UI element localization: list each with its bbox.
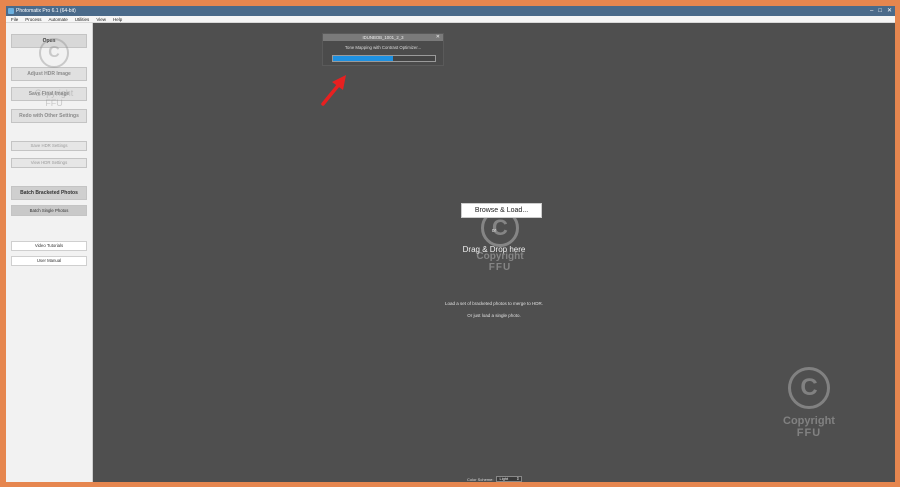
progress-dialog: IDUNBOB_1001_2_3 ✕ Tone Mapping with Con…: [322, 33, 444, 66]
menu-view[interactable]: View: [96, 16, 106, 22]
watermark-symbol: C: [800, 374, 818, 401]
corner-watermark: C Copyright FFU: [769, 367, 849, 439]
color-scheme-select[interactable]: Light ⇕: [496, 476, 523, 482]
copyright-icon: C: [788, 367, 830, 409]
menu-automate[interactable]: Automate: [49, 16, 68, 22]
maximize-button[interactable]: □: [878, 6, 882, 16]
watermark-line1: Copyright: [34, 88, 74, 98]
progress-bar: [332, 55, 436, 62]
drag-drop-label: Drag & Drop here: [462, 245, 526, 254]
user-manual-button[interactable]: User Manual: [11, 256, 87, 266]
spinner-icon: ⇕: [516, 476, 520, 481]
progress-close-icon[interactable]: ✕: [436, 34, 440, 41]
watermark-symbol: C: [48, 44, 60, 61]
hint-bracketed: Load a set of bracketed photos to merge …: [444, 301, 544, 306]
copyright-icon: C: [39, 38, 69, 68]
progress-title-text: IDUNBOB_1001_2_3: [362, 35, 404, 40]
video-tutorials-button[interactable]: Video Tutorials: [11, 241, 87, 251]
watermark-line2: FFU: [45, 98, 63, 108]
sidebar-watermark: C Copyright FFU: [34, 38, 74, 108]
or-label: or: [491, 228, 497, 234]
progress-message: Tone Mapping with Contrast Optimizer...: [344, 45, 422, 50]
hint-single: Or just load a single photo.: [467, 313, 521, 318]
title-bar: Photomatix Pro 6.1 (64-bit) – □ ✕: [6, 6, 895, 16]
watermark-line1: Copyright: [783, 415, 835, 427]
menu-file[interactable]: File: [11, 16, 18, 22]
app-icon: [8, 8, 14, 14]
close-button[interactable]: ✕: [887, 6, 892, 16]
save-hdr-settings-button[interactable]: Save HDR Settings: [11, 141, 87, 151]
color-scheme-control: Color Scheme: Light ⇕: [467, 476, 523, 482]
menu-process[interactable]: Process: [25, 16, 41, 22]
batch-single-button[interactable]: Batch Single Photos: [11, 205, 87, 216]
batch-bracketed-button[interactable]: Batch Bracketed Photos: [11, 186, 87, 200]
menu-bar: File Process Automate Utilities View Hel…: [6, 16, 895, 23]
red-arrow-icon: [321, 75, 346, 106]
color-scheme-value: Light: [499, 476, 509, 481]
window-title: Photomatix Pro 6.1 (64-bit): [16, 8, 76, 14]
window-controls: – □ ✕: [870, 6, 892, 16]
main-area[interactable]: IDUNBOB_1001_2_3 ✕ Tone Mapping with Con…: [93, 23, 895, 482]
redo-settings-button[interactable]: Redo with Other Settings: [11, 109, 87, 123]
watermark-line2: FFU: [488, 262, 512, 273]
menu-utilities[interactable]: Utilities: [75, 16, 90, 22]
app-window: Photomatix Pro 6.1 (64-bit) – □ ✕ File P…: [6, 6, 895, 482]
browse-load-button[interactable]: Browse & Load...: [461, 203, 542, 218]
sidebar: Open Adjust HDR Image Save Final Image R…: [6, 23, 93, 482]
color-scheme-label: Color Scheme:: [467, 476, 494, 482]
view-hdr-settings-button[interactable]: View HDR Settings: [11, 158, 87, 168]
menu-help[interactable]: Help: [113, 16, 122, 22]
progress-dialog-title: IDUNBOB_1001_2_3 ✕: [323, 34, 443, 41]
watermark-line2: FFU: [796, 427, 822, 439]
progress-bar-fill: [333, 56, 394, 61]
minimize-button[interactable]: –: [870, 6, 873, 16]
center-watermark: C Copyright FFU: [470, 209, 530, 273]
